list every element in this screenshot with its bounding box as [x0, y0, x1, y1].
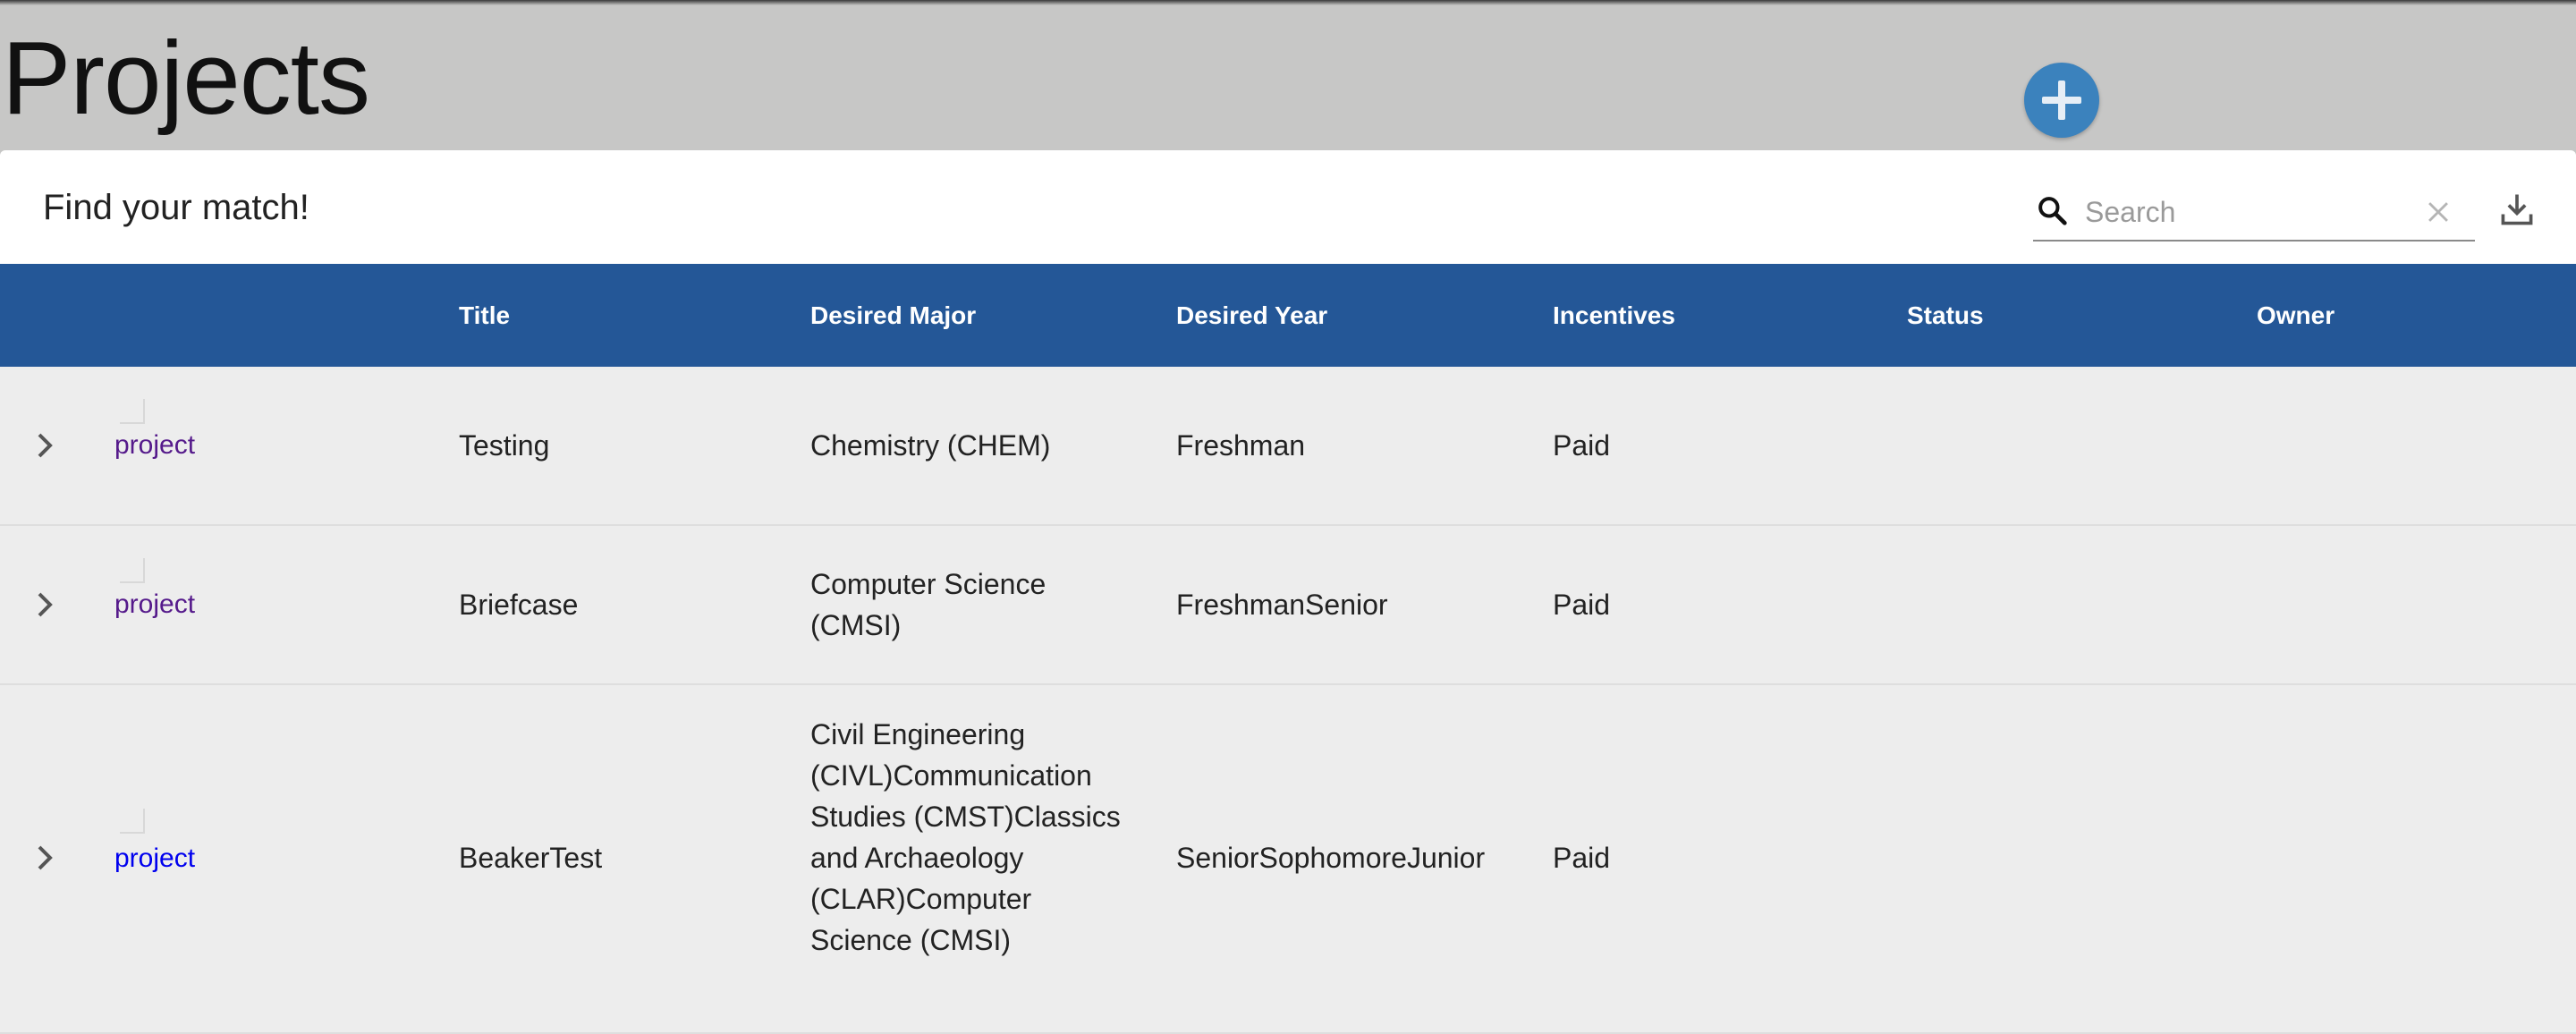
chevron-right-icon[interactable] — [32, 587, 57, 623]
chevron-right-icon[interactable] — [32, 840, 57, 876]
page-title: Projects — [2, 20, 370, 136]
search-input[interactable] — [2083, 191, 2418, 233]
column-header-status[interactable]: Status — [1907, 264, 1984, 367]
cell-incentives: Paid — [1553, 842, 1611, 874]
add-project-button[interactable] — [2024, 63, 2099, 138]
search-box — [2033, 186, 2475, 242]
close-icon[interactable] — [2423, 197, 2453, 227]
cell-desired-major: Chemistry (CHEM) — [810, 429, 1051, 462]
cell-desired-year: Freshman — [1176, 429, 1306, 462]
column-header-title[interactable]: Title — [459, 264, 510, 367]
cell-title: Briefcase — [459, 589, 579, 621]
toolbar-title: Find your match! — [43, 188, 309, 227]
column-header-incentives[interactable]: Incentives — [1553, 264, 1675, 367]
table-row[interactable]: project Testing Chemistry (CHEM) Freshma… — [0, 367, 2576, 526]
project-image-link[interactable]: project — [114, 843, 195, 875]
table-row[interactable]: project Briefcase Computer Science (CMSI… — [0, 526, 2576, 685]
cell-incentives: Paid — [1553, 429, 1611, 462]
chevron-right-icon[interactable] — [32, 428, 57, 463]
column-header-desired-year[interactable]: Desired Year — [1176, 264, 1327, 367]
cell-incentives: Paid — [1553, 589, 1611, 621]
download-icon[interactable] — [2497, 190, 2537, 229]
table-row[interactable]: project BeakerTest Civil Engineering (CI… — [0, 685, 2576, 1034]
cell-title: Testing — [459, 429, 550, 462]
table-toolbar: Find your match! — [0, 150, 2576, 264]
top-shadow — [0, 0, 2576, 5]
project-image-placeholder — [120, 399, 145, 424]
project-image-link[interactable]: project — [114, 429, 195, 462]
column-header-owner[interactable]: Owner — [2257, 264, 2334, 367]
projects-table-card: Find your match! Title Desired Major Des… — [0, 150, 2576, 1034]
cell-desired-major: Civil Engineering (CIVL)Communication St… — [810, 718, 1121, 956]
project-image-link[interactable]: project — [114, 589, 195, 621]
table-header-row: Title Desired Major Desired Year Incenti… — [0, 264, 2576, 367]
column-header-desired-major[interactable]: Desired Major — [810, 264, 976, 367]
plus-icon — [2042, 81, 2081, 120]
project-image-placeholder — [120, 809, 145, 834]
cell-desired-major: Computer Science (CMSI) — [810, 568, 1046, 641]
cell-desired-year: FreshmanSenior — [1176, 589, 1388, 621]
cell-title: BeakerTest — [459, 842, 603, 874]
cell-desired-year: SeniorSophomoreJunior — [1176, 842, 1486, 874]
search-icon — [2038, 197, 2067, 225]
project-image-placeholder — [120, 558, 145, 583]
